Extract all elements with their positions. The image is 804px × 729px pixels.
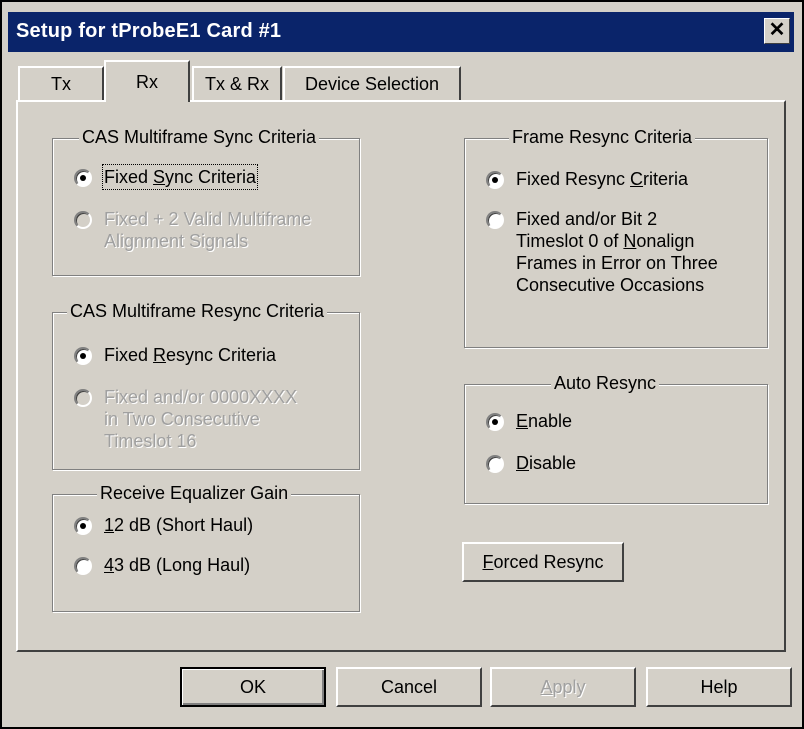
eq-gain-43db-label: 43 dB (Long Haul) bbox=[104, 555, 251, 575]
frame-resync-fixed-radio[interactable] bbox=[486, 171, 504, 189]
close-button[interactable]: ✕ bbox=[764, 18, 790, 44]
auto-resync-disable-radio[interactable] bbox=[486, 455, 504, 473]
tab-tx-rx-label: Tx & Rx bbox=[204, 73, 269, 94]
apply-button[interactable]: Apply bbox=[490, 667, 636, 707]
cas-sync-fixed-label: Fixed Sync Criteria bbox=[101, 164, 259, 190]
tab-device-selection-label: Device Selection bbox=[304, 73, 440, 94]
auto-resync-group: Auto Resync bbox=[464, 373, 768, 504]
tab-tx-label: Tx bbox=[51, 73, 71, 94]
cas-resync-fixed-option[interactable]: Fixed Resync Criteria bbox=[74, 344, 276, 366]
cas-sync-title: CAS Multiframe Sync Criteria bbox=[79, 127, 320, 148]
auto-resync-enable-label: Enable bbox=[516, 411, 573, 431]
auto-resync-disable-label: Disable bbox=[516, 453, 577, 473]
cas-resync-fixed-0000-radio[interactable] bbox=[74, 389, 92, 407]
eq-gain-group: Receive Equalizer Gain bbox=[52, 483, 360, 612]
title-bar[interactable]: Setup for tProbeE1 Card #1 ✕ bbox=[8, 12, 794, 52]
frame-resync-bit2-label: Fixed and/or Bit 2 Timeslot 0 of Nonalig… bbox=[516, 209, 718, 295]
frame-resync-fixed-option[interactable]: Fixed Resync Criteria bbox=[486, 168, 688, 190]
cas-resync-fixed-0000-option[interactable]: Fixed and/or 0000XXXX in Two Consecutive… bbox=[74, 386, 297, 452]
eq-gain-12db-label: 12 dB (Short Haul) bbox=[104, 515, 254, 535]
cas-sync-fixed-option[interactable]: Fixed Sync Criteria bbox=[74, 164, 259, 190]
eq-gain-title: Receive Equalizer Gain bbox=[97, 483, 292, 504]
eq-gain-43db-option[interactable]: 43 dB (Long Haul) bbox=[74, 554, 250, 576]
auto-resync-enable-radio[interactable] bbox=[486, 413, 504, 431]
cas-sync-fixed-plus2-radio[interactable] bbox=[74, 211, 92, 229]
frame-resync-bit2-radio[interactable] bbox=[486, 211, 504, 229]
help-button[interactable]: Help bbox=[646, 667, 792, 707]
eq-gain-12db-radio[interactable] bbox=[74, 517, 92, 535]
forced-resync-label: Forced Resync bbox=[482, 551, 604, 572]
auto-resync-title: Auto Resync bbox=[551, 373, 660, 394]
window-title: Setup for tProbeE1 Card #1 bbox=[16, 20, 282, 42]
cas-resync-fixed-0000-label: Fixed and/or 0000XXXX in Two Consecutive… bbox=[104, 387, 298, 451]
setup-dialog: Setup for tProbeE1 Card #1 ✕ Tx Rx Tx & … bbox=[0, 0, 804, 729]
tab-tx[interactable]: Tx bbox=[18, 66, 104, 100]
tab-device-selection[interactable]: Device Selection bbox=[283, 66, 461, 100]
ok-button[interactable]: OK bbox=[180, 667, 326, 707]
eq-gain-12db-option[interactable]: 12 dB (Short Haul) bbox=[74, 514, 253, 536]
cas-resync-fixed-label: Fixed Resync Criteria bbox=[104, 345, 277, 365]
tab-rx-label: Rx bbox=[136, 71, 158, 92]
auto-resync-disable-option[interactable]: Disable bbox=[486, 452, 576, 474]
apply-label: Apply bbox=[540, 676, 586, 697]
cancel-label: Cancel bbox=[380, 676, 438, 697]
cas-resync-fixed-radio[interactable] bbox=[74, 347, 92, 365]
auto-resync-enable-option[interactable]: Enable bbox=[486, 410, 572, 432]
eq-gain-43db-radio[interactable] bbox=[74, 557, 92, 575]
cas-sync-fixed-radio[interactable] bbox=[74, 169, 92, 187]
cas-resync-title: CAS Multiframe Resync Criteria bbox=[67, 301, 328, 322]
cas-sync-fixed-plus2-label: Fixed + 2 Valid Multiframe Alignment Sig… bbox=[104, 209, 312, 251]
cancel-button[interactable]: Cancel bbox=[336, 667, 482, 707]
cas-sync-fixed-plus2-option[interactable]: Fixed + 2 Valid Multiframe Alignment Sig… bbox=[74, 208, 311, 252]
tab-rx[interactable]: Rx bbox=[104, 60, 190, 102]
tab-tx-rx[interactable]: Tx & Rx bbox=[192, 66, 282, 100]
cas-sync-group: CAS Multiframe Sync Criteria bbox=[52, 127, 360, 276]
frame-resync-bit2-option[interactable]: Fixed and/or Bit 2 Timeslot 0 of Nonalig… bbox=[486, 208, 718, 296]
frame-resync-fixed-label: Fixed Resync Criteria bbox=[516, 169, 689, 189]
help-label: Help bbox=[700, 676, 738, 697]
close-icon: ✕ bbox=[768, 19, 786, 41]
frame-resync-title: Frame Resync Criteria bbox=[509, 127, 696, 148]
forced-resync-button[interactable]: Forced Resync bbox=[462, 542, 624, 582]
ok-label: OK bbox=[239, 676, 266, 697]
